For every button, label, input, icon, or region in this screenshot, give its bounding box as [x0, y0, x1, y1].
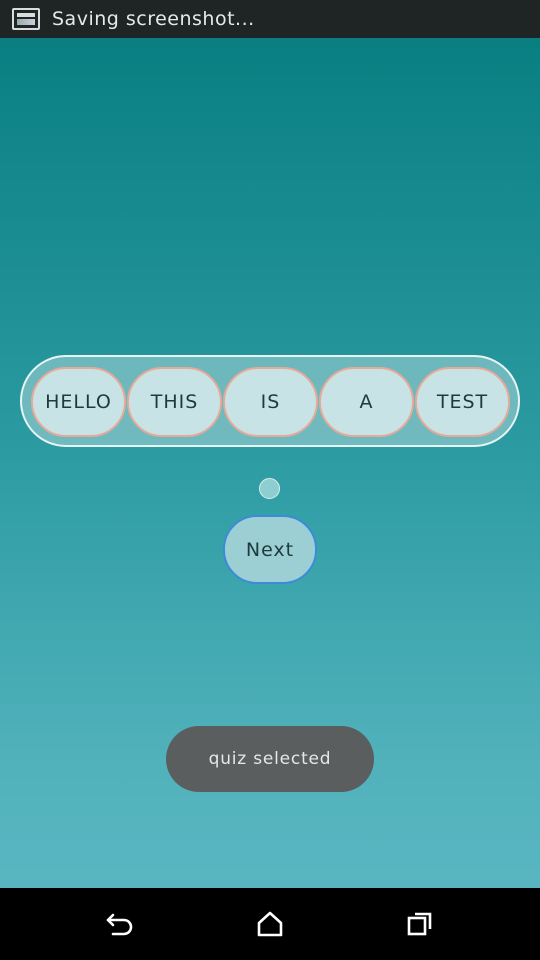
navigation-bar — [0, 888, 540, 960]
status-bar: Saving screenshot... — [0, 0, 540, 38]
back-icon[interactable] — [98, 902, 142, 946]
word-chip[interactable]: IS — [223, 367, 318, 437]
screenshot-icon — [12, 8, 40, 30]
word-sequence: HELLO THIS IS A TEST — [20, 355, 520, 447]
status-text: Saving screenshot... — [52, 8, 255, 30]
word-chip[interactable]: HELLO — [31, 367, 126, 437]
word-chip[interactable]: A — [319, 367, 414, 437]
word-chip[interactable]: TEST — [415, 367, 510, 437]
next-button[interactable]: Next — [223, 515, 317, 584]
word-chip[interactable]: THIS — [127, 367, 222, 437]
recents-icon[interactable] — [398, 902, 442, 946]
toast-message: quiz selected — [166, 726, 374, 792]
home-icon[interactable] — [248, 902, 292, 946]
progress-dot — [259, 478, 280, 499]
